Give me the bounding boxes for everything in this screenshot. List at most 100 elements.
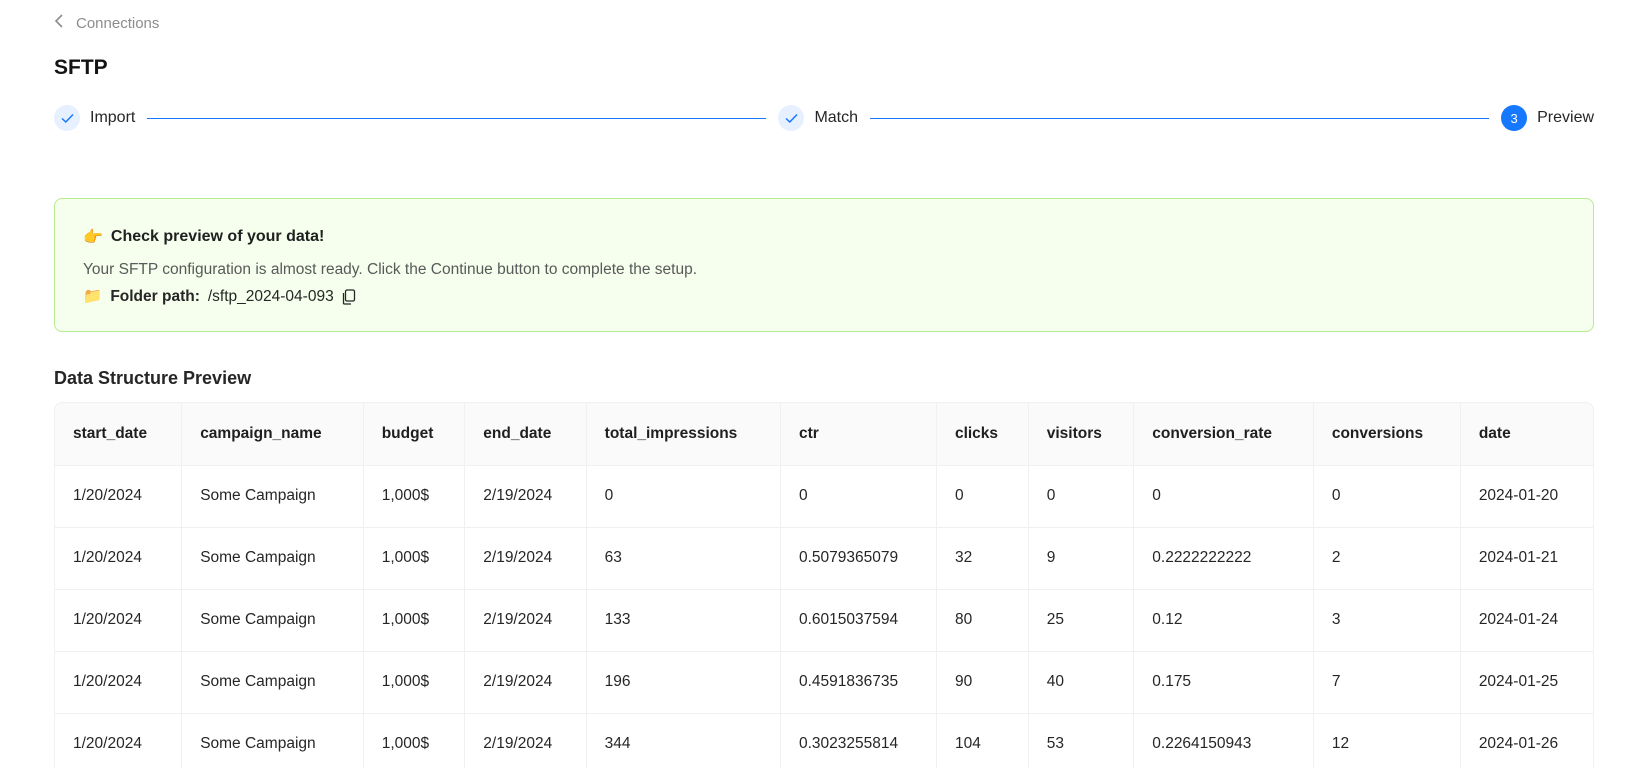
- column-header: end_date: [464, 403, 587, 466]
- step-connector: [147, 117, 767, 119]
- alert-description: Your SFTP configuration is almost ready.…: [83, 261, 698, 278]
- table-cell: 196: [586, 651, 782, 714]
- table-cell: 2: [1313, 527, 1461, 590]
- step-label: Import: [90, 109, 136, 126]
- table-cell: 3: [1313, 589, 1461, 652]
- table-cell: 0: [1133, 465, 1314, 528]
- folder-path-value: /sftp_2024-04-093: [207, 287, 334, 305]
- table-cell: 40: [1028, 651, 1135, 714]
- back-link-label: Connections: [76, 14, 160, 32]
- table-cell: 1/20/2024: [55, 651, 183, 714]
- table-cell: 0.4591836735: [780, 651, 937, 714]
- table-cell: 2/19/2024: [464, 589, 587, 652]
- table-cell: 32: [936, 527, 1029, 590]
- check-icon: [778, 105, 805, 131]
- table-cell: 1/20/2024: [55, 527, 183, 590]
- table-header-row: start_date campaign_name budget end_date tot…: [55, 403, 1593, 466]
- table-cell: 1,000$: [363, 527, 466, 590]
- table-cell: 0.12: [1133, 589, 1314, 652]
- stepper: Import Match 3 Preview: [54, 104, 1594, 132]
- table-cell: 2024-01-21: [1460, 527, 1593, 590]
- step-match[interactable]: Match: [778, 105, 858, 131]
- table-cell: 25: [1028, 589, 1135, 652]
- table-cell: 2/19/2024: [464, 713, 587, 768]
- chevron-left-icon: [54, 14, 66, 32]
- column-header: campaign_name: [181, 403, 364, 466]
- table-cell: 0.5079365079: [780, 527, 937, 590]
- table-cell: 0: [936, 465, 1029, 528]
- table-row: 1/20/2024 Some Campaign 1,000$ 2/19/2024 0 0 0…: [55, 465, 1593, 528]
- column-header: ctr: [780, 403, 937, 466]
- table-cell: 63: [586, 527, 782, 590]
- table-row: 1/20/2024 Some Campaign 1,000$ 2/19/2024 63 0…: [55, 527, 1593, 590]
- table-cell: 2/19/2024: [464, 527, 587, 590]
- back-link[interactable]: Connections: [54, 14, 159, 32]
- pointing-hand-icon: 👉: [83, 229, 103, 246]
- column-header: clicks: [936, 403, 1029, 466]
- success-alert: 👉 Check preview of your data! Your SFTP …: [54, 198, 1594, 332]
- table-cell: 2024-01-24: [1460, 589, 1593, 652]
- column-header: conversion_rate: [1133, 403, 1314, 466]
- table-cell: 1,000$: [363, 713, 466, 768]
- table-cell: 1,000$: [363, 589, 466, 652]
- table-cell: 0.3023255814: [780, 713, 937, 768]
- step-import[interactable]: Import: [54, 105, 135, 131]
- table-cell: 0.2222222222: [1133, 527, 1314, 590]
- table-cell: 104: [936, 713, 1029, 768]
- table-cell: 0.6015037594: [780, 589, 937, 652]
- table-cell: 53: [1028, 713, 1135, 768]
- step-label: Preview: [1537, 109, 1595, 126]
- table-cell: 0.175: [1133, 651, 1314, 714]
- table-cell: Some Campaign: [181, 651, 364, 714]
- folder-path-label: Folder path:: [110, 287, 200, 305]
- table-cell: 7: [1313, 651, 1461, 714]
- alert-title: Check preview of your data!: [110, 228, 325, 245]
- table-cell: 1/20/2024: [55, 589, 183, 652]
- table-cell: 9: [1028, 527, 1135, 590]
- table-cell: 0: [1313, 465, 1461, 528]
- table-cell: 90: [936, 651, 1029, 714]
- alert-title-row: 👉 Check preview of your data!: [83, 227, 1565, 247]
- section-title: Data Structure Preview: [54, 368, 252, 388]
- table-cell: 0: [586, 465, 782, 528]
- column-header: date: [1460, 403, 1593, 466]
- page-title: SFTP: [54, 56, 108, 79]
- folder-icon: 📁: [83, 288, 103, 305]
- step-connector: [870, 117, 1490, 119]
- check-icon: [54, 105, 80, 131]
- table-cell: 133: [586, 589, 782, 652]
- column-header: budget: [363, 403, 466, 466]
- table-cell: Some Campaign: [181, 589, 364, 652]
- table-body: 1/20/2024 Some Campaign 1,000$ 2/19/2024 0 0 0…: [55, 465, 1593, 768]
- table-cell: 2/19/2024: [464, 465, 587, 528]
- table-cell: 1/20/2024: [55, 713, 183, 768]
- step-label: Match: [814, 109, 859, 126]
- folder-path-row: 📁 Folder path: /sftp_2024-04-093: [83, 287, 1565, 306]
- table-cell: Some Campaign: [181, 527, 364, 590]
- table-cell: 2024-01-20: [1460, 465, 1593, 528]
- table-cell: 1,000$: [363, 651, 466, 714]
- table-cell: 2/19/2024: [464, 651, 587, 714]
- table-cell: 0: [780, 465, 937, 528]
- table-cell: 80: [936, 589, 1029, 652]
- table-row: 1/20/2024 Some Campaign 1,000$ 2/19/2024 344…: [55, 713, 1593, 768]
- table-row: 1/20/2024 Some Campaign 1,000$ 2/19/2024 196…: [55, 651, 1593, 714]
- copy-icon[interactable]: [342, 288, 356, 305]
- preview-table: start_date campaign_name budget end_date tot…: [54, 402, 1594, 768]
- table-cell: 2024-01-26: [1460, 713, 1593, 768]
- step-number: 3: [1501, 105, 1528, 131]
- table-cell: 0.2264150943: [1133, 713, 1314, 768]
- table-cell: 0: [1028, 465, 1135, 528]
- table-cell: 1,000$: [363, 465, 466, 528]
- column-header: total_impressions: [586, 403, 782, 466]
- column-header: conversions: [1313, 403, 1461, 466]
- table-cell: Some Campaign: [181, 713, 364, 768]
- table-cell: 12: [1313, 713, 1461, 768]
- table-row: 1/20/2024 Some Campaign 1,000$ 2/19/2024 133…: [55, 589, 1593, 652]
- table-cell: 1/20/2024: [55, 465, 183, 528]
- step-preview[interactable]: 3 Preview: [1501, 105, 1594, 131]
- table-cell: 2024-01-25: [1460, 651, 1593, 714]
- table-cell: 344: [586, 713, 782, 768]
- table-cell: Some Campaign: [181, 465, 364, 528]
- column-header: visitors: [1028, 403, 1135, 466]
